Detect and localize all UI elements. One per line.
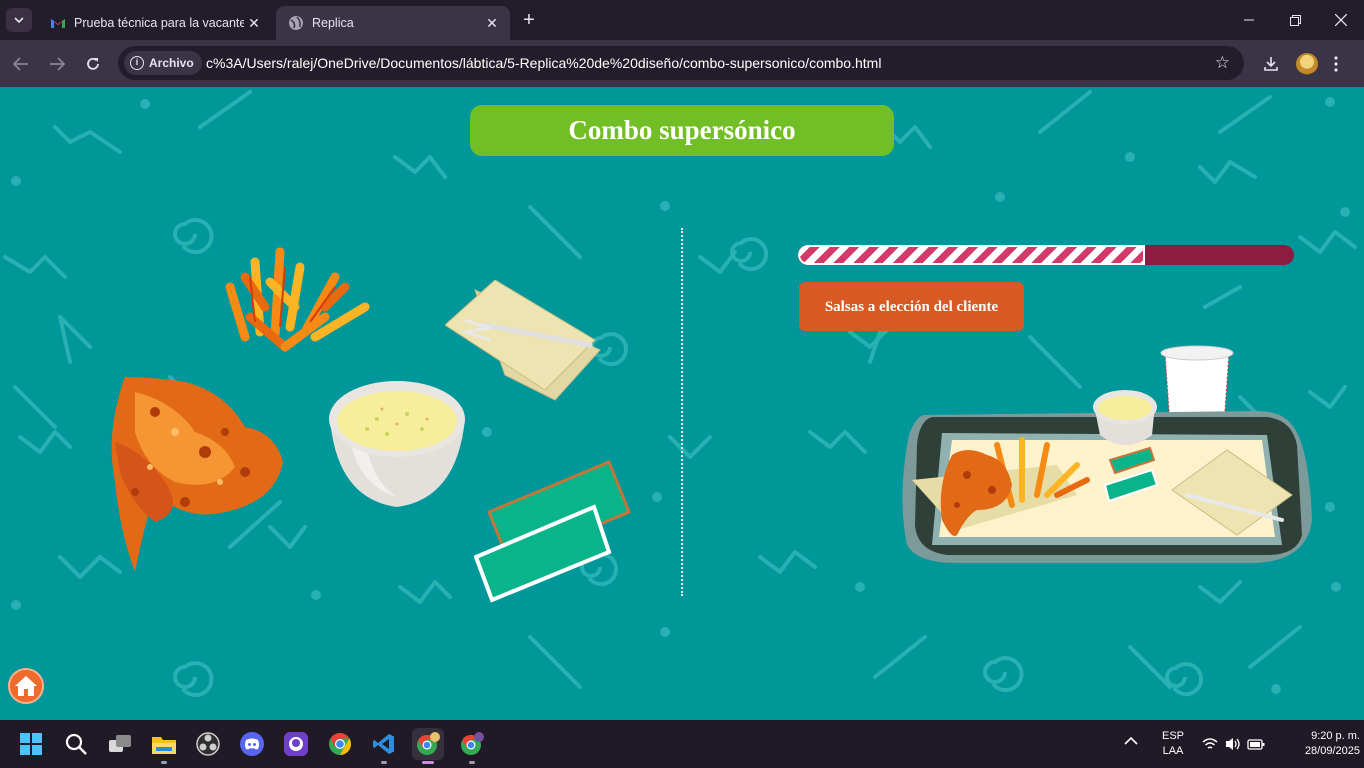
- task-view-icon: [109, 735, 131, 752]
- combo-progress-bar: [798, 245, 1294, 265]
- sauce-packets-image[interactable]: [474, 457, 634, 603]
- tab-gmail[interactable]: Prueba técnica para la vacante d ✕: [38, 6, 272, 40]
- discord-icon: [240, 732, 264, 756]
- url-text[interactable]: c%3A/Users/ralej/OneDrive/Documentos/láb…: [206, 55, 881, 71]
- network-volume-battery-icons: [1202, 738, 1265, 750]
- quick-settings-button[interactable]: [1202, 736, 1266, 757]
- download-icon: [1264, 57, 1278, 71]
- chrome-icon: [329, 733, 351, 755]
- tab-title: Replica: [312, 16, 354, 30]
- chrome-profile-2-button[interactable]: [456, 728, 488, 764]
- discord-button[interactable]: [236, 728, 268, 760]
- input-language-indicator[interactable]: ESP LAA: [1156, 729, 1190, 759]
- chrome-profile-icon: [417, 732, 440, 755]
- info-icon: i: [130, 56, 144, 70]
- close-window-button[interactable]: [1318, 0, 1364, 40]
- profile-avatar[interactable]: [1296, 53, 1318, 75]
- chevron-down-icon: [14, 17, 24, 23]
- minimize-icon: [1244, 19, 1254, 21]
- windows-taskbar: ESP LAA 9:20 p. m. 28/09/2025: [0, 720, 1364, 768]
- new-tab-button[interactable]: +: [518, 10, 540, 32]
- close-tab-icon[interactable]: ✕: [246, 15, 262, 31]
- github-desktop-button[interactable]: [280, 728, 312, 760]
- github-desktop-icon: [284, 732, 308, 756]
- file-explorer-button[interactable]: [148, 728, 180, 764]
- site-info-label: Archivo: [149, 56, 194, 70]
- address-bar[interactable]: i Archivo c%3A/Users/ralej/OneDrive/Docu…: [118, 46, 1244, 80]
- home-icon: [15, 676, 37, 696]
- restore-button[interactable]: [1272, 0, 1318, 40]
- search-icon: [65, 733, 87, 755]
- rice-bowl-image[interactable]: [327, 379, 468, 509]
- napkins-with-fork-image[interactable]: [445, 280, 605, 402]
- sauce-choice-button[interactable]: Salsas a elección del cliente: [799, 282, 1024, 331]
- french-fries-image[interactable]: [225, 247, 373, 362]
- start-button[interactable]: [15, 728, 47, 760]
- chrome-profile-button[interactable]: [412, 728, 444, 764]
- taskbar-search-button[interactable]: [60, 728, 92, 760]
- close-tab-icon[interactable]: ✕: [484, 15, 500, 31]
- show-hidden-icons-button[interactable]: [1124, 736, 1138, 751]
- progress-fill: [798, 245, 1146, 265]
- home-button[interactable]: [8, 668, 44, 704]
- vscode-icon: [373, 734, 394, 754]
- restore-icon: [1289, 14, 1301, 26]
- obs-icon: [196, 732, 220, 756]
- arrow-right-icon: [50, 57, 65, 71]
- task-view-button[interactable]: [104, 728, 136, 760]
- vscode-button[interactable]: [368, 728, 400, 764]
- bookmark-star-icon[interactable]: ☆: [1215, 53, 1230, 73]
- chicken-wings-image[interactable]: [95, 372, 287, 574]
- chevron-up-icon: [1124, 736, 1138, 745]
- keyboard-layout-label: LAA: [1162, 745, 1184, 757]
- tab-title: Prueba técnica para la vacante d: [74, 16, 244, 30]
- close-icon: [1335, 14, 1347, 26]
- reload-icon: [87, 57, 99, 70]
- globe-icon: [289, 16, 303, 30]
- tab-replica[interactable]: Replica ✕: [276, 6, 510, 40]
- language-label: ESP: [1161, 730, 1184, 742]
- page-title: Combo supersónico: [470, 105, 894, 156]
- page-canvas: Combo supersónico Salsas a elección del …: [0, 87, 1364, 720]
- file-explorer-icon: [152, 737, 176, 754]
- windows-start-icon: [20, 733, 42, 755]
- chrome-button[interactable]: [324, 728, 356, 760]
- clock-date: 28/09/2025: [1304, 745, 1360, 757]
- reload-button[interactable]: [80, 51, 106, 77]
- browser-toolbar: i Archivo c%3A/Users/ralej/OneDrive/Docu…: [0, 40, 1364, 87]
- combo-tray-image: [902, 345, 1312, 563]
- chrome-profile-2-icon: [461, 732, 484, 755]
- section-divider: [681, 228, 683, 596]
- clock-time: 9:20 p. m.: [1311, 730, 1360, 742]
- minimize-button[interactable]: [1226, 0, 1272, 40]
- tab-search-button[interactable]: [6, 8, 32, 32]
- gmail-icon: [51, 19, 65, 28]
- browser-menu-button[interactable]: [1324, 52, 1348, 76]
- back-button[interactable]: [8, 51, 34, 77]
- kebab-menu-icon: [1334, 56, 1338, 72]
- forward-button[interactable]: [44, 51, 70, 77]
- site-info-chip[interactable]: i Archivo: [124, 51, 202, 75]
- clock[interactable]: 9:20 p. m. 28/09/2025: [1276, 729, 1360, 759]
- obs-button[interactable]: [192, 728, 224, 760]
- arrow-left-icon: [13, 57, 28, 71]
- downloads-button[interactable]: [1259, 52, 1283, 76]
- tab-bar: Prueba técnica para la vacante d ✕ Repli…: [0, 0, 1364, 40]
